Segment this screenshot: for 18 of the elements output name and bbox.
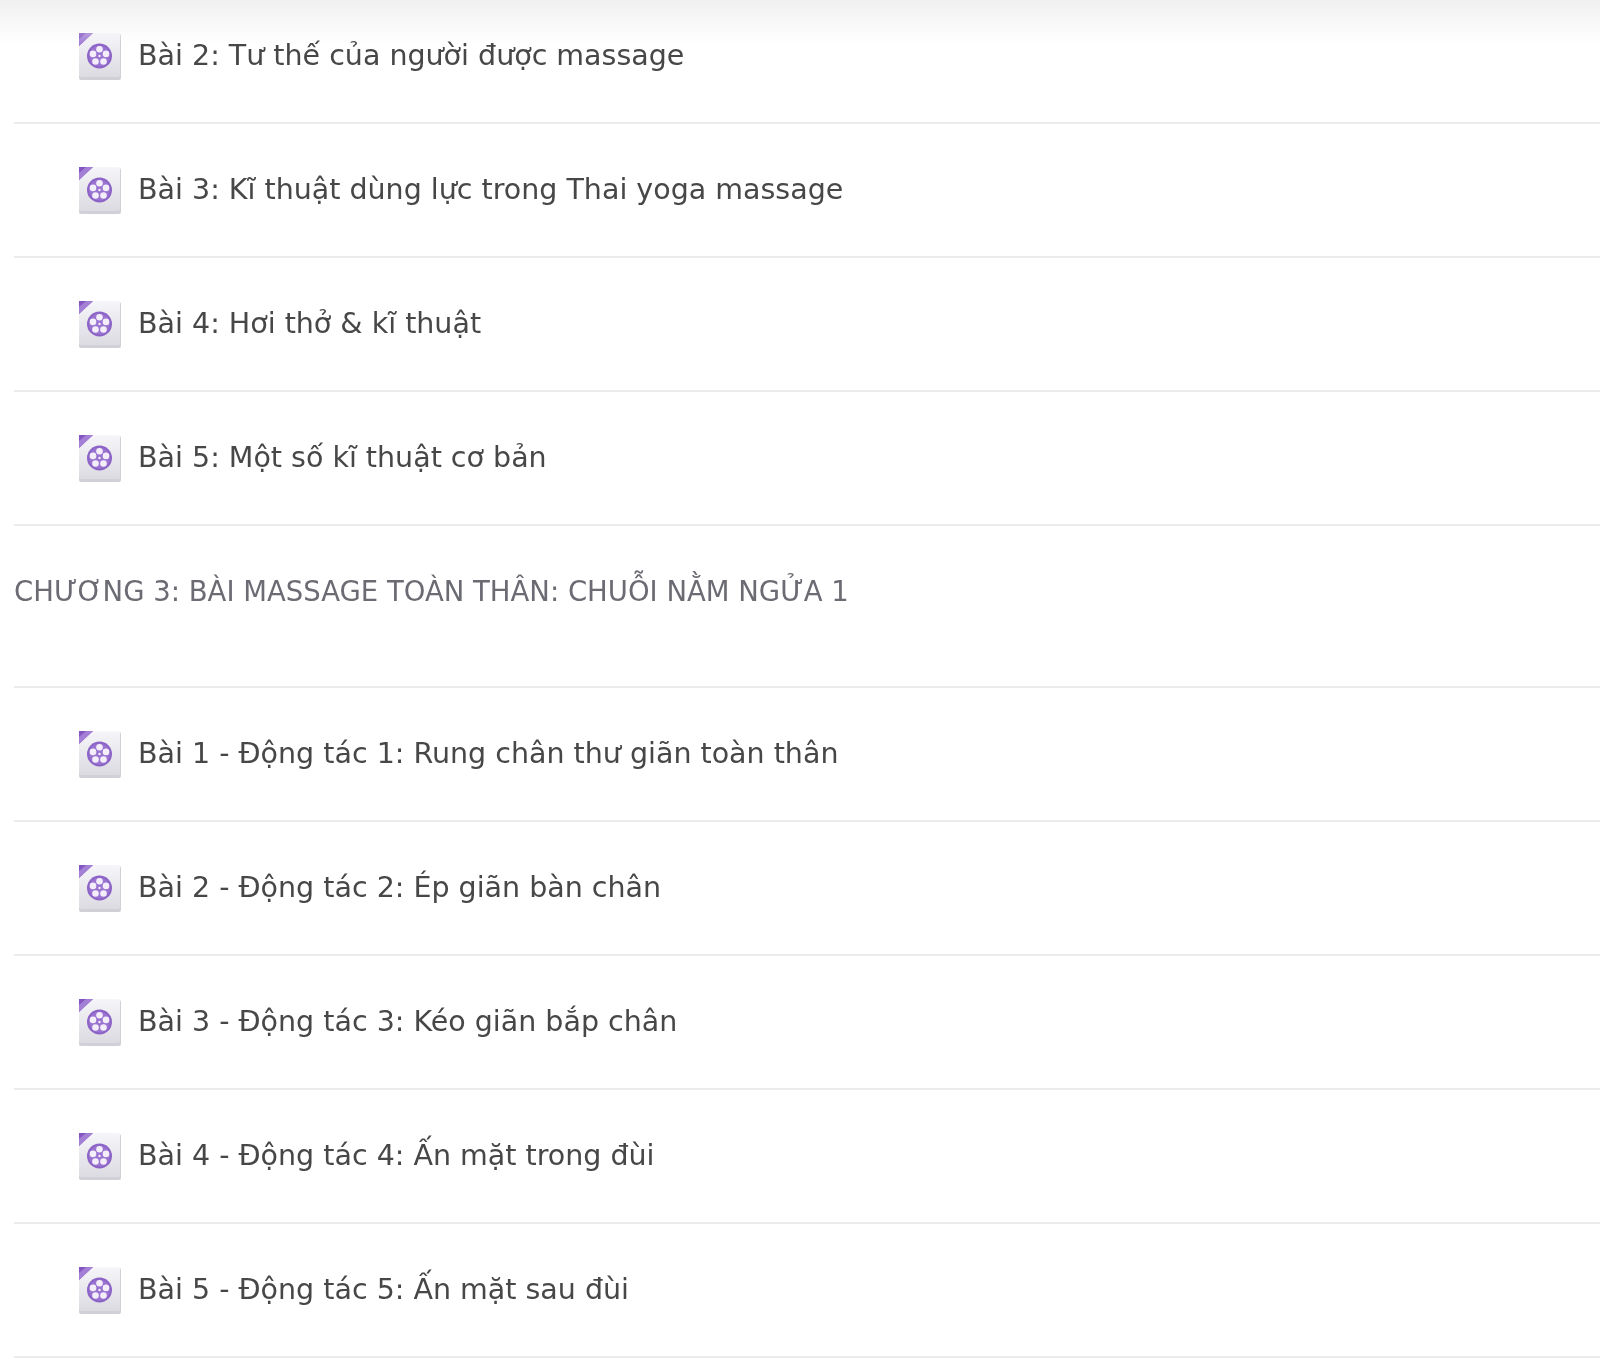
film-reel-file-icon [78,1132,122,1180]
lesson-link[interactable]: Bài 4: Hơi thở & kĩ thuật [78,300,482,348]
lesson-link[interactable]: Bài 3: Kĩ thuật dùng lực trong Thai yoga massage [78,166,844,214]
lesson-link[interactable]: Bài 1 - Động tác 1: Rung chân thư giãn toàn thân [78,730,839,778]
film-reel-file-icon [78,730,122,778]
lesson-link[interactable]: Bài 2: Tư thế của người được massage [78,32,685,80]
lesson-link[interactable]: Bài 3 - Động tác 3: Kéo giãn bắp chân [78,998,678,1046]
film-reel-file-icon [78,300,122,348]
lesson-link[interactable]: Bài 2 - Động tác 2: Ép giãn bàn chân [78,864,662,912]
film-reel-file-icon [78,864,122,912]
film-reel-file-icon [78,1266,122,1314]
film-reel-file-icon [78,998,122,1046]
lesson-link[interactable]: Bài 4 - Động tác 4: Ấn mặt trong đùi [78,1132,655,1180]
film-reel-file-icon [78,434,122,482]
lesson-link[interactable]: Bài 5 - Động tác 5: Ấn mặt sau đùi [78,1266,629,1314]
film-reel-file-icon [78,166,122,214]
lesson-link[interactable]: Bài 5: Một số kĩ thuật cơ bản [78,434,547,482]
film-reel-file-icon [78,32,122,80]
